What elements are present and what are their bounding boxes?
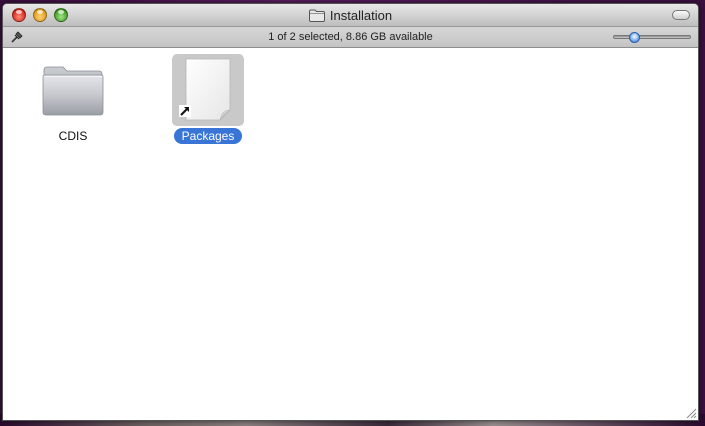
item-label[interactable]: Packages	[173, 128, 243, 144]
icon-view[interactable]: CDIS Packages	[3, 48, 698, 420]
title-bar[interactable]: Installation	[3, 4, 698, 27]
folder-icon[interactable]	[37, 54, 109, 126]
window-title: Installation	[329, 8, 393, 23]
status-bar: 1 of 2 selected, 8.86 GB available	[3, 27, 698, 48]
slider-knob[interactable]	[629, 32, 641, 43]
icon-size-slider[interactable]	[613, 32, 691, 43]
toolbar-toggle-button[interactable]	[672, 10, 690, 20]
resize-grip-icon[interactable]	[685, 407, 697, 419]
icon-tile-selected[interactable]	[172, 54, 244, 126]
window-title-area: Installation	[3, 4, 698, 27]
folder-icon	[308, 9, 325, 22]
file-item-packages[interactable]: Packages	[158, 54, 258, 145]
file-item-cdis[interactable]: CDIS	[23, 54, 123, 145]
slider-track[interactable]	[613, 35, 691, 39]
icon-tile[interactable]	[37, 54, 109, 126]
item-label[interactable]: CDIS	[51, 128, 96, 144]
document-icon[interactable]	[172, 54, 244, 126]
alias-arrow-icon	[179, 105, 191, 117]
finder-window: Installation 1 of 2 selected, 8.86 GB av…	[2, 3, 699, 421]
status-text: 1 of 2 selected, 8.86 GB available	[268, 31, 433, 43]
